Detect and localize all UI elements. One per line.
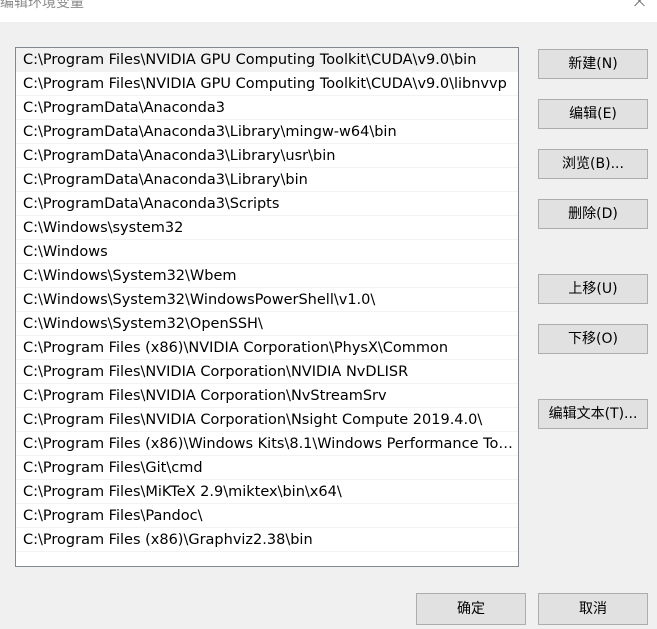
list-item[interactable]: C:\Program Files (x86)\Graphviz2.38\bin — [16, 528, 518, 552]
edit-button[interactable]: 编辑(E) — [538, 99, 648, 129]
move-up-button[interactable]: 上移(U) — [538, 274, 648, 304]
list-item[interactable]: C:\Program Files (x86)\NVIDIA Corporatio… — [16, 336, 518, 360]
list-item[interactable]: C:\Windows — [16, 240, 518, 264]
list-item[interactable]: C:\Program Files\Pandoc\ — [16, 504, 518, 528]
list-item[interactable]: C:\Program Files\MiKTeX 2.9\miktex\bin\x… — [16, 480, 518, 504]
list-item[interactable]: C:\ProgramData\Anaconda3\Library\usr\bin — [16, 144, 518, 168]
window-title: 编辑环境变量 — [0, 0, 84, 11]
list-item[interactable]: C:\Windows\System32\Wbem — [16, 264, 518, 288]
list-item[interactable]: C:\Windows\System32\OpenSSH\ — [16, 312, 518, 336]
ok-button[interactable]: 确定 — [416, 593, 526, 625]
path-list[interactable]: C:\Program Files\NVIDIA GPU Computing To… — [15, 47, 519, 567]
list-item[interactable]: C:\Program Files\NVIDIA GPU Computing To… — [16, 48, 518, 72]
list-item[interactable]: C:\Program Files\NVIDIA Corporation\NVID… — [16, 360, 518, 384]
delete-button[interactable]: 删除(D) — [538, 199, 648, 229]
list-item[interactable]: C:\Program Files\Git\cmd — [16, 456, 518, 480]
list-item[interactable]: C:\ProgramData\Anaconda3\Scripts — [16, 192, 518, 216]
list-item[interactable]: C:\Program Files\NVIDIA Corporation\NvSt… — [16, 384, 518, 408]
list-item[interactable]: C:\Windows\system32 — [16, 216, 518, 240]
cancel-button[interactable]: 取消 — [538, 593, 648, 625]
close-icon[interactable] — [633, 0, 647, 8]
list-item[interactable]: C:\ProgramData\Anaconda3 — [16, 96, 518, 120]
list-item[interactable]: C:\Program Files\NVIDIA GPU Computing To… — [16, 72, 518, 96]
title-bar: 编辑环境变量 — [0, 0, 657, 22]
list-item[interactable]: C:\Program Files (x86)\Windows Kits\8.1\… — [16, 432, 518, 456]
list-item[interactable]: C:\ProgramData\Anaconda3\Library\bin — [16, 168, 518, 192]
list-item[interactable]: C:\Program Files\NVIDIA Corporation\Nsig… — [16, 408, 518, 432]
move-down-button[interactable]: 下移(O) — [538, 324, 648, 354]
new-button[interactable]: 新建(N) — [538, 49, 648, 79]
dialog-body: C:\Program Files\NVIDIA GPU Computing To… — [0, 22, 657, 629]
list-item[interactable]: C:\ProgramData\Anaconda3\Library\mingw-w… — [16, 120, 518, 144]
browse-button[interactable]: 浏览(B)... — [538, 149, 648, 179]
edit-text-button[interactable]: 编辑文本(T)... — [538, 399, 648, 429]
list-item[interactable]: C:\Windows\System32\WindowsPowerShell\v1… — [16, 288, 518, 312]
